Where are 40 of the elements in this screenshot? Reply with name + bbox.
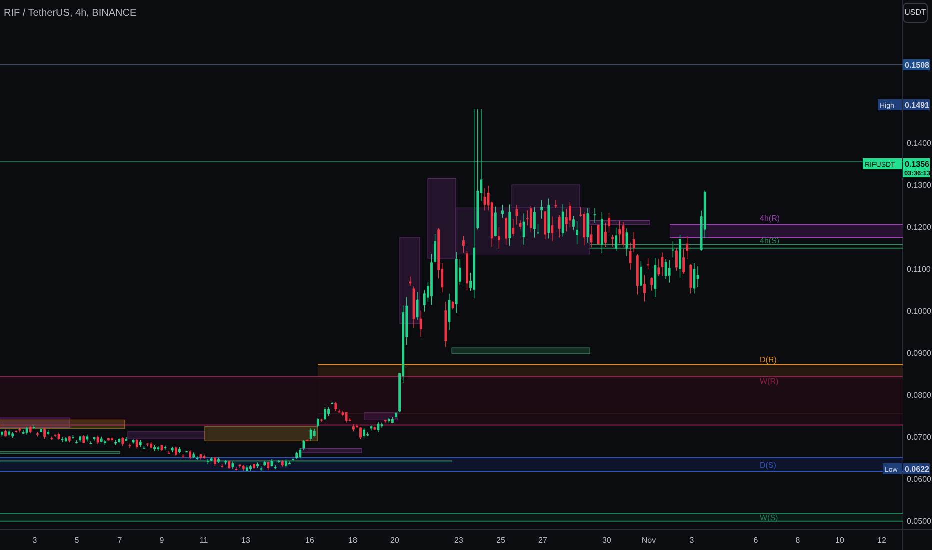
- time-axis-label: 8: [796, 536, 800, 545]
- currency-button[interactable]: USDT: [903, 3, 928, 23]
- chart-title: RIF / TetherUS, 4h, BINANCE: [4, 7, 137, 21]
- time-axis-label: 7: [118, 536, 122, 545]
- price-axis-label: 0.1400: [907, 139, 932, 148]
- time-axis-label: 25: [496, 536, 506, 545]
- time-axis-label: 18: [348, 536, 358, 545]
- zone-label: W(R): [760, 377, 779, 386]
- time-axis-label: 9: [160, 536, 164, 545]
- price-axis-label: 0.1200: [907, 223, 932, 232]
- time-axis-label: 27: [538, 536, 548, 545]
- zone-label: D(S): [760, 461, 776, 470]
- price-axis-label: 0.0500: [907, 517, 932, 526]
- time-axis-label: 30: [602, 536, 612, 545]
- price-axis-label: 0.0600: [907, 475, 932, 484]
- time-axis-label: 6: [754, 536, 758, 545]
- time-axis-label: 5: [74, 536, 80, 545]
- price-axis-label: 0.1300: [907, 181, 932, 190]
- price-tag: 0.1491: [903, 100, 930, 110]
- price-axis-label: 0.0900: [907, 349, 932, 358]
- price-axis-label: 0.1000: [907, 307, 932, 316]
- price-tag: 0.1508: [903, 60, 930, 70]
- price-tag: 0.0622: [903, 464, 930, 474]
- time-axis-label: 3: [32, 536, 38, 545]
- zone-label: 4h(R): [760, 214, 780, 223]
- price-axis-label: 0.0800: [907, 391, 932, 400]
- time-axis-label: 11: [200, 536, 208, 545]
- time-axis-label: 23: [454, 536, 464, 545]
- time-axis-label: 16: [306, 536, 314, 545]
- zone-label: 4h(S): [760, 236, 780, 246]
- price-axis-label: 0.0700: [907, 433, 932, 442]
- time-axis-label: 20: [390, 536, 400, 545]
- time-axis-label: 3: [690, 536, 694, 545]
- time-axis-label: 12: [878, 536, 886, 545]
- zone-label: W(S): [760, 514, 778, 523]
- zone-label: D(R): [760, 355, 777, 364]
- time-axis-label: Nov: [642, 536, 656, 545]
- time-axis-label: 10: [836, 536, 844, 545]
- price-axis-label: 0.1100: [907, 265, 931, 274]
- time-axis-label: 13: [242, 536, 250, 545]
